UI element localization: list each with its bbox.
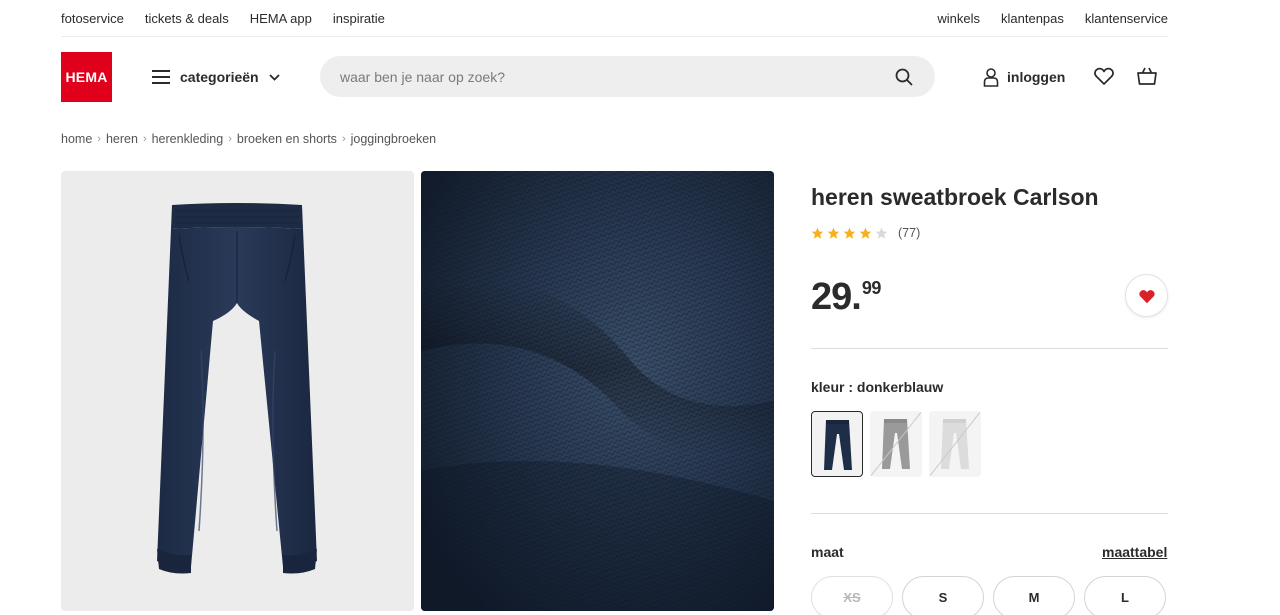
- top-utility-bar: fotoservice tickets & deals HEMA app ins…: [61, 0, 1168, 37]
- size-chart-link[interactable]: maattabel: [1102, 544, 1167, 560]
- search-bar: [320, 56, 935, 97]
- product-image-fabric-detail[interactable]: [421, 171, 774, 611]
- star-empty-icon: [875, 227, 888, 239]
- breadcrumb: home › heren › herenkleding › broeken en…: [61, 132, 436, 146]
- size-m[interactable]: M: [993, 576, 1075, 615]
- swatch-pants-navy: [824, 420, 852, 470]
- breadcrumb-broeken-en-shorts[interactable]: broeken en shorts: [237, 132, 337, 146]
- link-tickets-deals[interactable]: tickets & deals: [145, 11, 229, 26]
- star-filled-icon: [859, 227, 872, 239]
- color-swatches: [811, 411, 981, 477]
- chevron-right-icon: ›: [228, 133, 232, 145]
- user-icon: [983, 67, 999, 87]
- breadcrumb-heren[interactable]: heren: [106, 132, 138, 146]
- heart-icon[interactable]: [1093, 65, 1115, 87]
- categories-button[interactable]: categorieën: [152, 64, 280, 90]
- size-options: XS S M L: [811, 576, 1166, 615]
- review-count: (77): [898, 226, 921, 240]
- chevron-right-icon: ›: [142, 133, 147, 145]
- size-label: maat: [811, 544, 844, 560]
- utility-links-right: winkels klantenpas klantenservice: [937, 11, 1168, 26]
- chevron-right-icon: ›: [97, 133, 101, 145]
- divider: [811, 513, 1168, 514]
- search-icon[interactable]: [893, 66, 915, 88]
- star-filled-icon: [811, 227, 824, 239]
- link-klantenservice[interactable]: klantenservice: [1085, 11, 1168, 26]
- sweatpants-image: [157, 203, 317, 574]
- link-hema-app[interactable]: HEMA app: [250, 11, 312, 26]
- add-to-favorites-button[interactable]: [1125, 274, 1168, 317]
- breadcrumb-home[interactable]: home: [61, 132, 92, 146]
- link-fotoservice[interactable]: fotoservice: [61, 11, 124, 26]
- chevron-down-icon: [268, 73, 280, 81]
- search-input[interactable]: [340, 68, 893, 85]
- logo-text: HEMA: [65, 69, 108, 85]
- price-decimals: 99: [861, 278, 882, 298]
- link-winkels[interactable]: winkels: [937, 11, 980, 26]
- login-label: inloggen: [1007, 69, 1066, 85]
- menu-icon: [152, 70, 170, 84]
- fabric-texture-image: [421, 171, 774, 611]
- product-rating[interactable]: (77): [811, 226, 920, 240]
- star-filled-icon: [827, 227, 840, 239]
- basket-icon[interactable]: [1136, 65, 1158, 87]
- size-xs[interactable]: XS: [811, 576, 893, 615]
- swatch-donkerblauw[interactable]: [811, 411, 863, 477]
- chevron-right-icon: ›: [341, 133, 346, 145]
- utility-links-left: fotoservice tickets & deals HEMA app ins…: [61, 11, 385, 26]
- swatch-pants-grey: [870, 411, 922, 477]
- color-label: kleur : donkerblauw: [811, 379, 944, 395]
- swatch-pants-lightgrey: [929, 411, 981, 477]
- heart-filled-icon: [1138, 289, 1155, 303]
- link-klantenpas[interactable]: klantenpas: [1001, 11, 1064, 26]
- star-filled-icon: [843, 227, 856, 239]
- swatch-lichtgrijs[interactable]: [929, 411, 981, 477]
- size-l[interactable]: L: [1084, 576, 1166, 615]
- link-inspiratie[interactable]: inspiratie: [333, 11, 385, 26]
- product-image-main[interactable]: [61, 171, 414, 611]
- size-s[interactable]: S: [902, 576, 984, 615]
- login-button[interactable]: inloggen: [983, 64, 1065, 90]
- swatch-grijs[interactable]: [870, 411, 922, 477]
- categories-label: categorieën: [180, 69, 259, 85]
- breadcrumb-herenkleding[interactable]: herenkleding: [152, 132, 224, 146]
- divider: [811, 348, 1168, 349]
- product-title: heren sweatbroek Carlson: [811, 184, 1099, 210]
- hema-logo[interactable]: HEMA: [61, 52, 112, 102]
- price-integer: 29.: [811, 276, 862, 318]
- product-price: 29. 99: [811, 278, 881, 316]
- breadcrumb-joggingbroeken[interactable]: joggingbroeken: [351, 132, 437, 146]
